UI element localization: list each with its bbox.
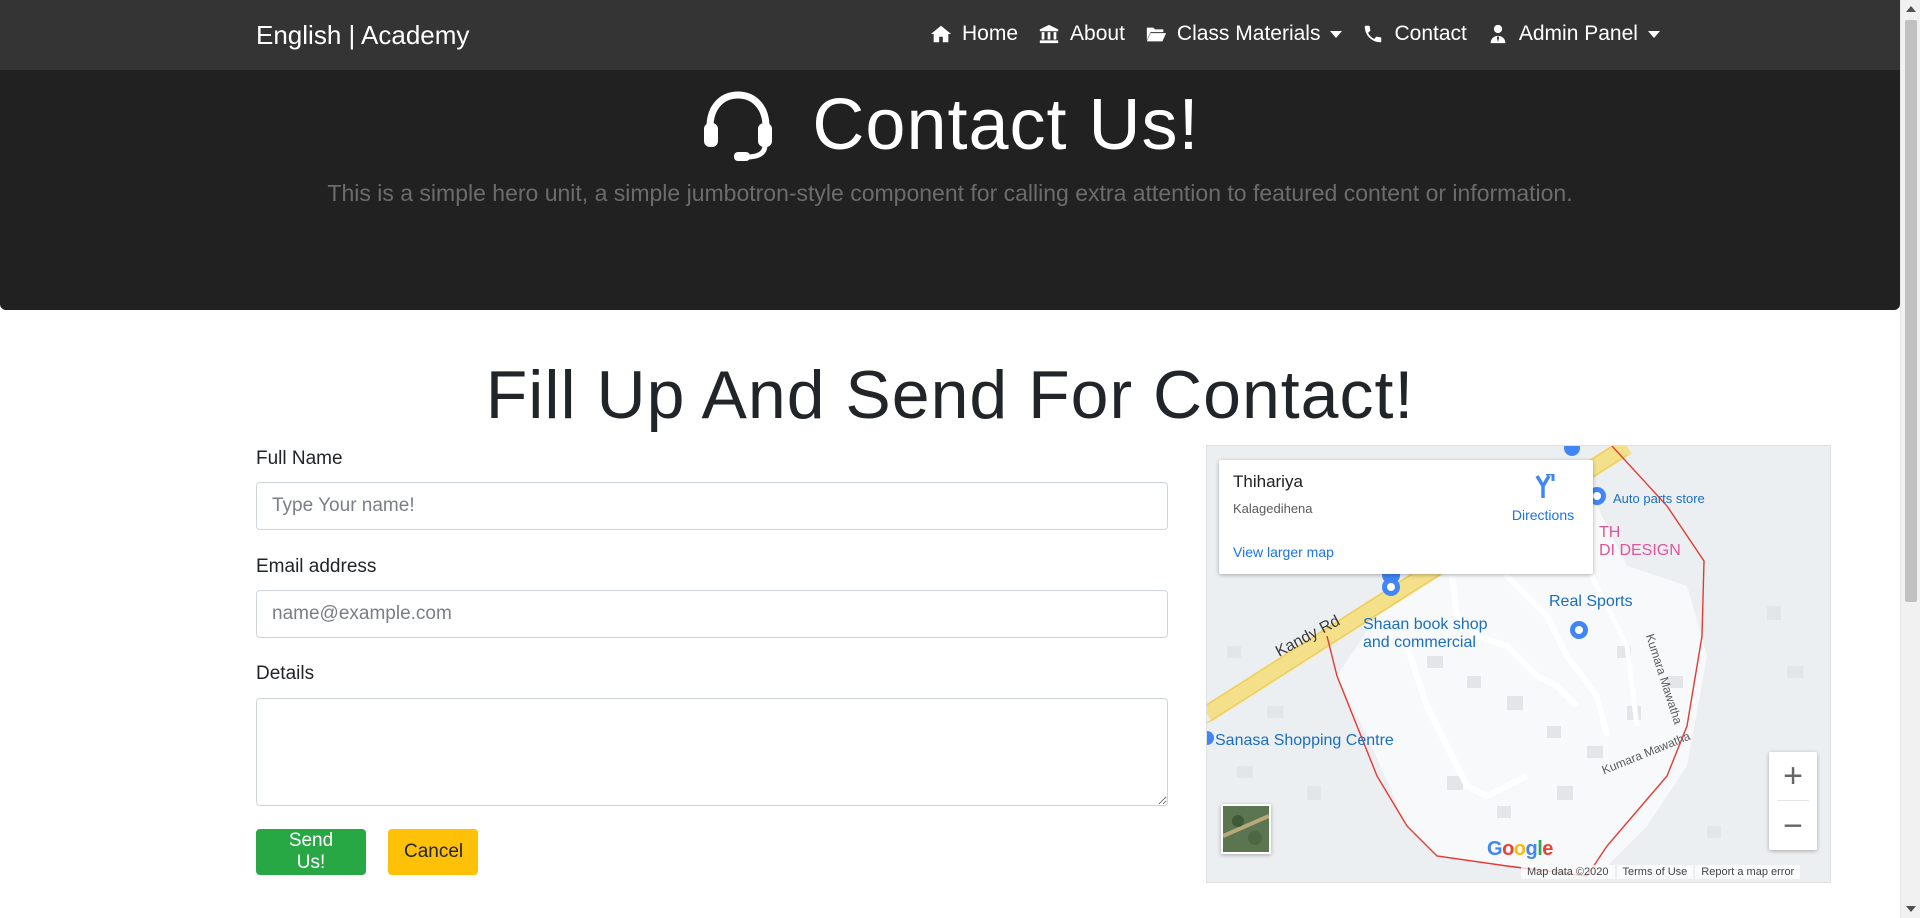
page: English | Academy Home About Class Mater… (0, 0, 1920, 918)
nav-item-label: About (1070, 22, 1125, 45)
nav-menu: Home About Class Materials Contact Admin… (930, 22, 1900, 46)
hero-title: Contact Us! (812, 85, 1200, 165)
phone-icon (1365, 25, 1382, 43)
map-label-shopping-centre: Sanasa Shopping Centre (1215, 732, 1394, 749)
nav-item-class-materials[interactable]: Class Materials (1145, 22, 1343, 46)
zoom-controls: + − (1769, 752, 1817, 850)
nav-item-label: Home (962, 22, 1019, 45)
nav-item-admin-panel[interactable]: Admin Panel (1487, 22, 1660, 46)
folder-open-icon (1146, 27, 1167, 42)
directions-button[interactable]: Directions (1503, 472, 1583, 523)
directions-label: Directions (1511, 507, 1575, 523)
chevron-down-icon (1330, 30, 1343, 38)
zoom-divider (1777, 800, 1809, 801)
nav-item-about[interactable]: About (1038, 22, 1125, 46)
home-icon (930, 25, 952, 43)
nav-item-label: Admin Panel (1518, 22, 1638, 45)
map-place-name: Thihariya (1233, 472, 1303, 491)
zoom-out-button[interactable]: − (1769, 802, 1817, 850)
details-label: Details (256, 663, 315, 684)
send-button[interactable]: Send Us! (256, 829, 366, 875)
google-map-embed[interactable]: Auto parts store TH DI DESIGN Real Sport… (1206, 445, 1831, 883)
navbar: English | Academy Home About Class Mater… (0, 0, 1900, 70)
cancel-button[interactable]: Cancel (388, 829, 478, 875)
satellite-thumbnail-icon (1222, 806, 1270, 852)
email-label: Email address (256, 556, 377, 577)
map-attribution: Map data ©2020 Terms of Use Report a map e… (1521, 865, 1802, 879)
user-tie-icon (1490, 24, 1506, 44)
map-label-real-sports: Real Sports (1549, 593, 1633, 610)
map-data-text: Map data ©2020 (1521, 865, 1615, 879)
zoom-in-button[interactable]: + (1769, 752, 1817, 800)
scrollbar-thumb[interactable] (1905, 20, 1917, 602)
scroll-up-arrow-icon[interactable] (1906, 6, 1916, 12)
bank-icon (1039, 24, 1059, 44)
details-textarea[interactable] (256, 698, 1168, 806)
report-map-error-link[interactable]: Report a map error (1695, 865, 1801, 879)
map-label-book-shop-2: and commercial (1363, 634, 1476, 651)
page-scrollbar[interactable] (1900, 0, 1920, 918)
nav-item-label: Contact (1394, 22, 1467, 45)
chevron-down-icon (1647, 30, 1660, 38)
view-larger-map-link[interactable]: View larger map (1233, 544, 1334, 560)
page-title: Fill Up And Send For Contact! (485, 357, 1415, 433)
brand-logo[interactable]: English | Academy (256, 20, 469, 51)
hero-lead-text: This is a simple hero unit, a simple jum… (327, 180, 1573, 206)
map-label-auto-parts: Auto parts store (1613, 491, 1705, 506)
contact-form: Full Name Email address Details Send Us!… (256, 448, 1168, 875)
map-place-area: Kalagedihena (1233, 501, 1313, 516)
map-place-card: Thihariya Kalagedihena View larger map D… (1219, 460, 1593, 574)
satellite-toggle[interactable] (1221, 804, 1271, 854)
nav-item-home[interactable]: Home (930, 22, 1018, 46)
terms-of-use-link[interactable]: Terms of Use (1616, 865, 1694, 879)
map-label-design: TH (1599, 524, 1621, 541)
full-name-label: Full Name (256, 448, 343, 469)
full-name-input[interactable] (256, 482, 1168, 530)
nav-item-contact[interactable]: Contact (1362, 22, 1467, 46)
map-label-book-shop: Shaan book shop (1363, 616, 1488, 633)
headset-icon (704, 91, 773, 161)
hero-title-row: Contact Us! (0, 84, 1900, 166)
map-label-design-2: DI DESIGN (1599, 542, 1681, 559)
nav-item-label: Class Materials (1176, 22, 1321, 45)
email-field[interactable] (256, 590, 1168, 638)
hero-jumbotron: Contact Us! This is a simple hero unit, … (0, 70, 1900, 310)
directions-icon (1535, 472, 1555, 498)
google-logo: Google (1487, 838, 1553, 860)
scroll-down-arrow-icon[interactable] (1906, 906, 1916, 912)
